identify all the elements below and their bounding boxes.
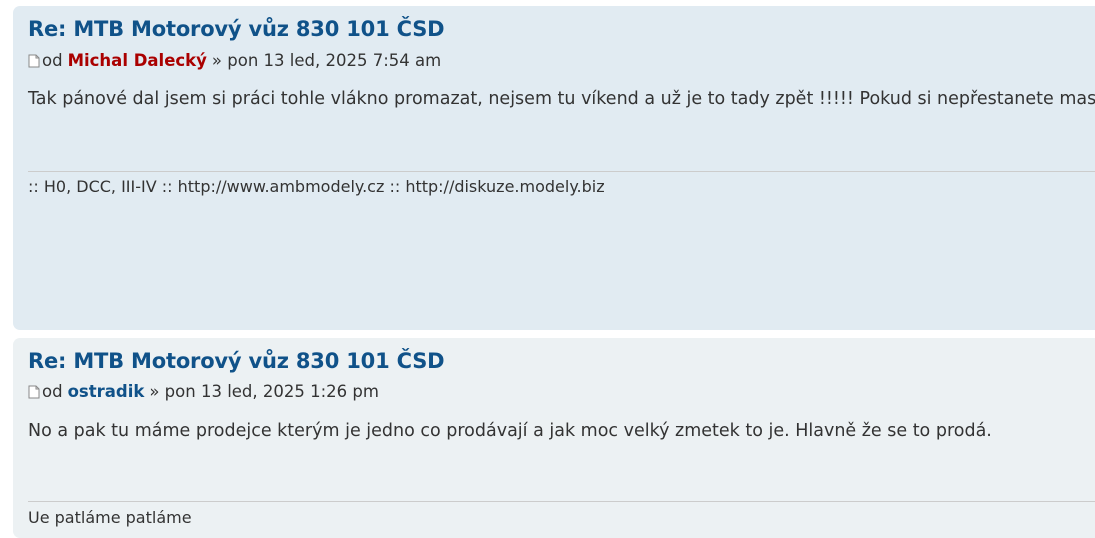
- signature-divider: [28, 171, 1095, 172]
- post-author-line: od ostradik » pon 13 led, 2025 1:26 pm: [28, 382, 379, 401]
- post-date: » pon 13 led, 2025 7:54 am: [211, 51, 442, 70]
- post-signature: :: H0, DCC, III-IV :: http://www.ambmode…: [28, 177, 605, 196]
- post-title-link[interactable]: Re: MTB Motorový vůz 830 101 ČSD: [28, 349, 445, 373]
- author-name-link[interactable]: ostradik: [68, 382, 145, 401]
- post-title-link[interactable]: Re: MTB Motorový vůz 830 101 ČSD: [28, 17, 445, 41]
- forum-post: Re: MTB Motorový vůz 830 101 ČSD od Mich…: [13, 6, 1095, 330]
- post-date: » pon 13 led, 2025 1:26 pm: [149, 382, 379, 401]
- post-author-line: od Michal Dalecký » pon 13 led, 2025 7:5…: [28, 51, 441, 70]
- post-document-icon[interactable]: [28, 53, 40, 67]
- author-name-link[interactable]: Michal Dalecký: [68, 51, 207, 70]
- author-by-label: od: [42, 51, 63, 70]
- forum-post: Re: MTB Motorový vůz 830 101 ČSD od ostr…: [13, 338, 1095, 538]
- post-signature: Ue patláme patláme: [28, 508, 192, 527]
- post-content: Tak pánové dal jsem si práci tohle vlákn…: [28, 89, 1095, 109]
- author-by-label: od: [42, 382, 63, 401]
- post-content: No a pak tu máme prodejce kterým je jedn…: [28, 421, 992, 441]
- signature-divider: [28, 501, 1095, 502]
- post-document-icon[interactable]: [28, 384, 40, 398]
